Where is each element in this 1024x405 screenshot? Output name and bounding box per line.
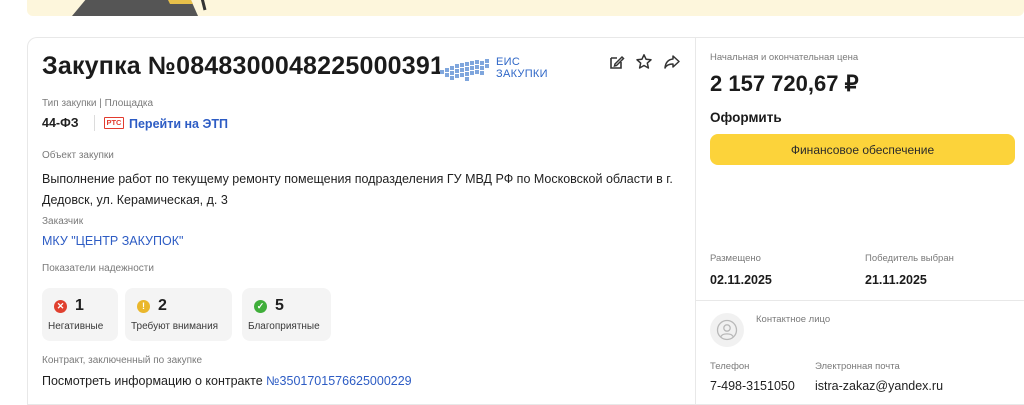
email-value[interactable]: istra-zakaz@yandex.ru xyxy=(815,379,943,393)
positive-caption: Благоприятные xyxy=(248,321,320,332)
share-button[interactable] xyxy=(662,52,682,72)
edit-note-button[interactable] xyxy=(606,52,626,72)
attention-caption: Требуют внимания xyxy=(131,321,219,332)
user-icon xyxy=(716,319,738,341)
top-banner xyxy=(27,0,1024,16)
object-text: Выполнение работ по текущему ремонту пом… xyxy=(42,172,673,207)
law-value: 44-ФЗ xyxy=(42,116,79,130)
negative-caption: Негативные xyxy=(48,321,104,332)
warning-circle-icon: ! xyxy=(137,299,150,313)
reliability-negative-badge[interactable]: ✕ 1 Негативные xyxy=(42,288,118,341)
favorite-button[interactable] xyxy=(634,52,654,72)
contact-person-label: Контактное лицо xyxy=(756,314,831,325)
star-icon xyxy=(636,54,652,69)
share-icon xyxy=(664,55,680,69)
divider xyxy=(696,300,1024,301)
negative-count: 1 xyxy=(75,297,84,314)
eis-logo[interactable]: ЕИС ЗАКУПКИ xyxy=(438,56,550,86)
reliability-label: Показатели надежности xyxy=(42,263,154,274)
winner-label: Победитель выбран xyxy=(865,253,954,264)
go-to-etp-link[interactable]: Перейти на ЭТП xyxy=(129,117,228,131)
check-circle-icon: ✓ xyxy=(254,299,267,313)
customer-link[interactable]: МКУ "ЦЕНТР ЗАКУПОК" xyxy=(42,234,183,248)
reliability-positive-badge[interactable]: ✓ 5 Благоприятные xyxy=(242,288,331,341)
page-title: Закупка №0848300048225000391 xyxy=(42,52,445,80)
russia-map-icon xyxy=(440,59,489,81)
price-panel: Начальная и окончательная цена 2 157 720… xyxy=(695,37,1024,405)
price-label: Начальная и окончательная цена xyxy=(710,52,859,63)
arrange-title: Оформить xyxy=(710,110,782,125)
title-actions xyxy=(606,52,682,72)
procurement-type-label: Тип закупки | Площадка xyxy=(42,98,154,109)
reliability-attention-badge[interactable]: ! 2 Требуют внимания xyxy=(125,288,232,341)
posted-date: 02.11.2025 xyxy=(710,273,772,287)
procurement-card: Закупка №0848300048225000391 ЕИС ЗАКУПКИ xyxy=(27,37,695,405)
positive-count: 5 xyxy=(275,297,284,314)
cross-circle-icon: ✕ xyxy=(54,299,67,313)
customer-label: Заказчик xyxy=(42,216,84,227)
posted-label: Размещено xyxy=(710,253,761,264)
object-label: Объект закупки xyxy=(42,150,114,161)
phone-label: Телефон xyxy=(710,361,750,372)
eis-logo-line2: ЗАКУПКИ xyxy=(496,68,548,80)
contract-text: Посмотреть информацию о контракте xyxy=(42,374,263,388)
phone-value[interactable]: 7-498-3151050 xyxy=(710,379,795,393)
price-value: 2 157 720,67 ₽ xyxy=(710,71,859,96)
avatar xyxy=(710,313,744,347)
eis-logo-line1: ЕИС xyxy=(496,56,521,68)
financial-security-button[interactable]: Финансовое обеспечение xyxy=(710,134,1015,165)
contract-label: Контракт, заключенный по закупке xyxy=(42,355,203,366)
attention-count: 2 xyxy=(158,297,167,314)
divider xyxy=(94,115,95,131)
winner-date: 21.11.2025 xyxy=(865,273,927,287)
rts-logo: РТС xyxy=(104,117,124,129)
contract-row: Посмотреть информацию о контракте №35017… xyxy=(42,374,412,388)
eis-logo-text: ЕИС ЗАКУПКИ xyxy=(496,56,548,80)
email-label: Электронная почта xyxy=(815,361,900,372)
banner-illustration xyxy=(72,0,207,16)
edit-icon xyxy=(609,55,625,69)
contract-number-link[interactable]: №3501701576625000229 xyxy=(266,374,412,388)
